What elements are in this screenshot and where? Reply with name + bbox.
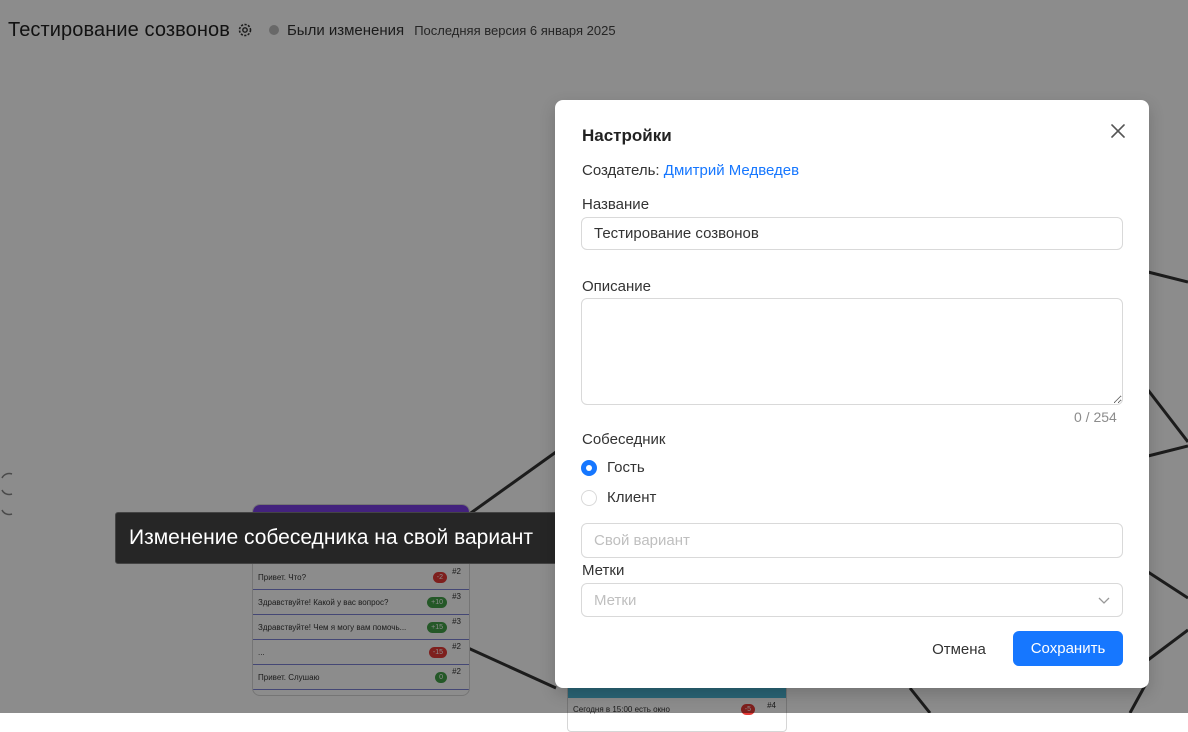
radio-label: Гость	[607, 459, 645, 476]
name-label: Название	[582, 196, 650, 213]
save-button[interactable]: Сохранить	[1013, 631, 1123, 666]
interlocutor-label: Собеседник	[582, 431, 666, 448]
tags-select[interactable]: Метки	[581, 583, 1123, 617]
tooltip: Изменение собеседника на свой вариант	[115, 512, 561, 564]
custom-interlocutor-input[interactable]	[581, 523, 1123, 558]
creator-line: Создатель: Дмитрий Медведев	[582, 162, 799, 179]
char-counter: 0 / 254	[1074, 409, 1117, 425]
radio-guest[interactable]: Гость	[581, 459, 645, 476]
radio-client[interactable]: Клиент	[581, 489, 656, 506]
chevron-down-icon	[1098, 597, 1110, 604]
close-icon[interactable]	[1109, 122, 1127, 140]
tooltip-text: Изменение собеседника на свой вариант	[129, 526, 533, 549]
description-label: Описание	[582, 278, 652, 295]
cancel-button[interactable]: Отмена	[923, 632, 995, 666]
settings-modal: Настройки Создатель: Дмитрий Медведев На…	[555, 100, 1149, 688]
tags-placeholder: Метки	[594, 591, 637, 609]
radio-button[interactable]	[581, 459, 597, 476]
radio-button[interactable]	[581, 489, 597, 506]
creator-link[interactable]: Дмитрий Медведев	[664, 162, 799, 179]
radio-label: Клиент	[607, 489, 657, 506]
creator-label: Создатель:	[582, 162, 660, 179]
tags-label: Метки	[582, 562, 625, 579]
modal-title: Настройки	[582, 126, 672, 145]
name-input[interactable]	[581, 217, 1123, 250]
description-textarea[interactable]	[581, 298, 1123, 405]
